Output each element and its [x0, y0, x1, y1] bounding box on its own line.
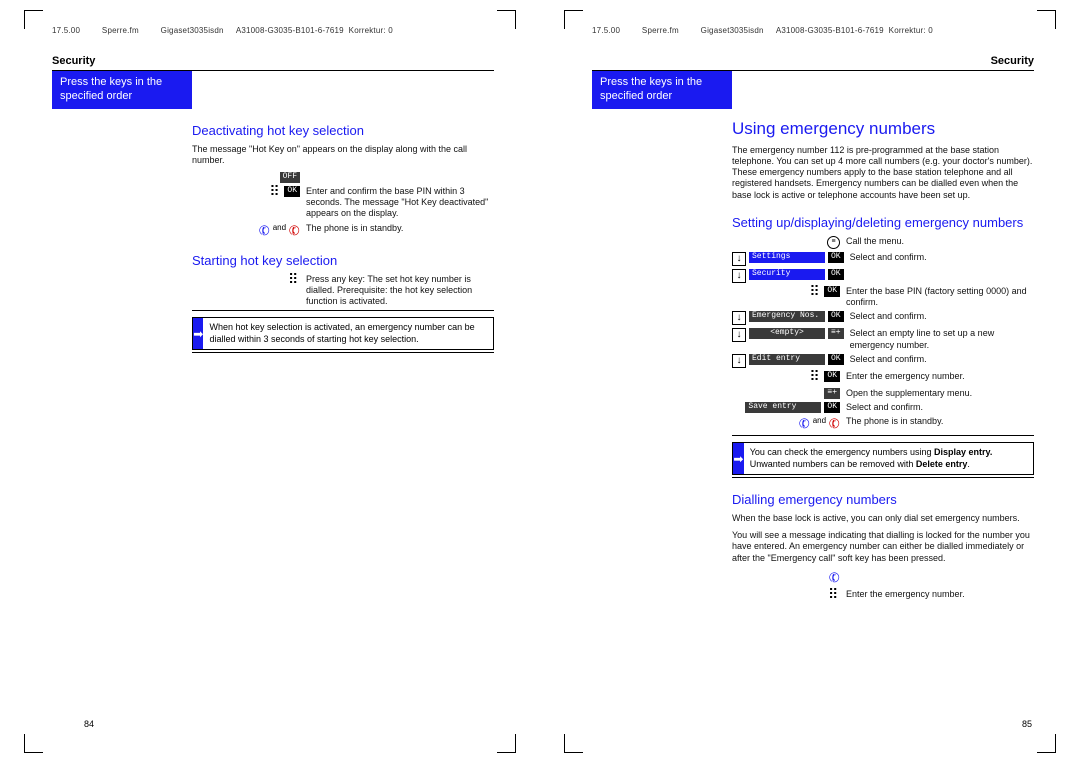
text: You will see a message indicating that d… [732, 530, 1034, 564]
ok-button: OK [824, 402, 840, 413]
ok-button: OK [824, 286, 840, 297]
text: Enter the base PIN (factory setting 0000… [846, 286, 1034, 309]
ok-button: OK [824, 371, 840, 382]
instruction-box: Press the keys in the specified order [52, 71, 192, 109]
down-icon: ↓ [732, 252, 746, 266]
text: Press any key: The set hot key number is… [306, 274, 494, 308]
text: Select an empty line to set up a new eme… [850, 328, 1034, 351]
page-right: 17.5.00 Sperre.fm Gigaset3035isdn A31008… [540, 0, 1080, 763]
section-title: Security [592, 55, 1034, 71]
handset-red-icon: ✆ [287, 221, 303, 240]
header-right: 17.5.00 Sperre.fm Gigaset3035isdn A31008… [592, 26, 1034, 35]
and-text: and [273, 223, 286, 232]
text: Select and confirm. [850, 354, 927, 365]
down-icon: ↓ [732, 269, 746, 283]
down-icon: ↓ [732, 328, 746, 342]
text: Select and confirm. [850, 252, 927, 263]
plusminus-icon: ≡+ [824, 388, 840, 399]
keypad-icon [809, 371, 821, 385]
menu-icon: ≡ [827, 236, 840, 249]
and-text: and [813, 416, 826, 425]
settings-label: Settings [749, 252, 825, 263]
off-label: OFF [280, 172, 300, 183]
handset-red-icon: ✆ [827, 415, 843, 434]
down-icon: ↓ [732, 354, 746, 368]
header-left: 17.5.00 Sperre.fm Gigaset3035isdn A31008… [52, 26, 494, 35]
tip-box: ➡ You can check the emergency numbers us… [732, 442, 1034, 475]
security-label: Security [749, 269, 825, 280]
emergnos-label: Emergency Nos. [749, 311, 825, 322]
editentry-label: Edit entry [749, 354, 825, 365]
content-left: Deactivating hot key selection The messa… [192, 123, 494, 353]
text: The message "Hot Key on" appears on the … [192, 144, 494, 167]
instruction-box: Press the keys in the specified order [592, 71, 732, 109]
tip-text: When hot key selection is activated, an … [203, 318, 493, 349]
text: Enter the emergency number. [846, 371, 965, 382]
tip-text: You can check the emergency numbers usin… [744, 443, 1033, 474]
keypad-icon [269, 186, 281, 200]
tip-box: ➡ When hot key selection is activated, a… [192, 317, 494, 350]
ok-button: OK [828, 269, 844, 280]
ok-button: OK [284, 186, 300, 197]
heading-using: Using emergency numbers [732, 119, 1034, 139]
handset-icon: ✆ [256, 221, 272, 240]
heading-dialling: Dialling emergency numbers [732, 492, 1034, 507]
page-number: 84 [84, 719, 94, 729]
text: The phone is in standby. [306, 223, 403, 234]
intro-text: The emergency number 112 is pre-programm… [732, 145, 1034, 201]
heading-setting-up: Setting up/displaying/deleting emergency… [732, 215, 1034, 230]
ok-button: OK [828, 311, 844, 322]
down-icon: ↓ [732, 311, 746, 325]
handset-icon: ✆ [796, 415, 812, 434]
handset-icon: ✆ [827, 568, 843, 587]
ok-button: OK [828, 354, 844, 365]
text: Open the supplementary menu. [846, 388, 972, 399]
text: Enter the emergency number. [846, 589, 965, 600]
text: The phone is in standby. [846, 416, 943, 427]
text: Call the menu. [846, 236, 904, 247]
text: Enter and confirm the base PIN within 3 … [306, 186, 494, 220]
empty-label: <empty> [749, 328, 825, 339]
keypad-icon [809, 286, 821, 300]
section-title: Security [52, 55, 494, 71]
arrow-icon: ➡ [193, 327, 203, 341]
heading-deactivating: Deactivating hot key selection [192, 123, 494, 138]
heading-starting: Starting hot key selection [192, 253, 494, 268]
saveentry-label: Save entry [745, 402, 821, 413]
ok-button: OK [828, 252, 844, 263]
text: When the base lock is active, you can on… [732, 513, 1034, 524]
page-number: 85 [1022, 719, 1032, 729]
keypad-icon [828, 589, 840, 603]
text: Select and confirm. [850, 311, 927, 322]
page-left: 17.5.00 Sperre.fm Gigaset3035isdn A31008… [0, 0, 540, 763]
content-right: Using emergency numbers The emergency nu… [732, 119, 1034, 603]
keypad-icon [288, 274, 300, 288]
plusminus-icon: ≡+ [828, 328, 844, 339]
text: Select and confirm. [846, 402, 923, 413]
arrow-icon: ➡ [733, 452, 743, 466]
